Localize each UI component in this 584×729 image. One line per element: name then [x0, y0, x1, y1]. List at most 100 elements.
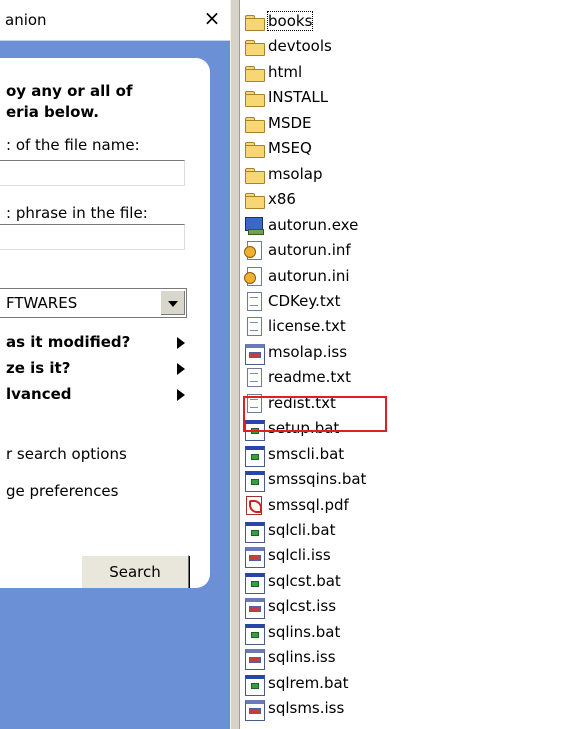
file-row[interactable]: msolap.iss: [244, 340, 348, 365]
file-name: smssqins.bat: [268, 470, 367, 489]
iss-icon: [244, 698, 265, 722]
phrase-label: : phrase in the file:: [6, 204, 148, 222]
expand-arrow-icon[interactable]: [177, 337, 185, 349]
file-name: smscli.bat: [268, 444, 345, 463]
file-row[interactable]: html: [244, 60, 302, 84]
file-row[interactable]: CDKey.txt: [244, 289, 341, 313]
file-name: smssql.pdf: [268, 495, 349, 514]
close-icon[interactable]: ×: [200, 5, 224, 31]
file-name: sqlcli.bat: [268, 521, 336, 539]
file-name: sqlins.iss: [268, 648, 336, 667]
iss-icon: [244, 596, 265, 620]
text-icon: [244, 316, 265, 337]
file-name: msolap.iss: [268, 342, 348, 361]
folder-icon: [244, 87, 265, 108]
iss-icon: [244, 647, 265, 671]
pane-splitter[interactable]: [230, 0, 240, 729]
file-name: msolap: [268, 164, 323, 183]
file-name: MSEQ: [268, 139, 312, 158]
folder-icon: [244, 113, 265, 133]
inf-icon: [244, 240, 265, 261]
file-row[interactable]: sqlins.iss: [244, 645, 336, 671]
file-name: sqlins.bat: [268, 622, 341, 641]
filename-label: : of the file name:: [6, 136, 140, 154]
file-name: autorun.exe: [268, 215, 359, 234]
file-row[interactable]: sqlcst.iss: [244, 594, 337, 620]
criteria-heading-line2: eria below.: [6, 103, 100, 121]
file-name: CDKey.txt: [268, 291, 341, 310]
file-row[interactable]: autorun.ini: [244, 264, 350, 288]
file-row[interactable]: sqlins.bat: [244, 620, 341, 645]
search-button[interactable]: Search: [81, 555, 189, 588]
change-preferences-link[interactable]: ge preferences: [6, 482, 118, 500]
folder-icon: [244, 138, 265, 159]
file-row[interactable]: INSTALL: [244, 85, 328, 109]
expand-arrow-icon[interactable]: [177, 363, 185, 375]
file-row[interactable]: sqlcst.bat: [244, 569, 341, 594]
file-row[interactable]: autorun.inf: [244, 238, 351, 262]
filename-input[interactable]: [0, 160, 185, 186]
expand-arrow-icon[interactable]: [177, 389, 185, 401]
file-name: MSDE: [268, 113, 312, 132]
look-in-value: FTWARES: [6, 294, 78, 312]
folder-icon: [244, 36, 265, 57]
file-row[interactable]: sqlrem.bat: [244, 671, 349, 696]
file-row[interactable]: msolap: [244, 162, 323, 186]
search-criteria-panel: oy any or all of eria below. : of the fi…: [0, 58, 210, 588]
file-name: sqlrem.bat: [268, 673, 349, 692]
companion-title: anion: [5, 11, 47, 29]
look-in-select[interactable]: FTWARES: [0, 288, 187, 318]
criteria-heading-line1: oy any or all of: [6, 82, 133, 100]
pdf-icon: [244, 495, 265, 515]
file-row[interactable]: sqlcli.iss: [244, 543, 331, 569]
bat-icon: [244, 469, 265, 493]
option-advanced[interactable]: lvanced: [6, 385, 72, 403]
file-row[interactable]: sqlcli.bat: [244, 518, 336, 543]
other-search-options-link[interactable]: r search options: [6, 445, 127, 463]
file-row[interactable]: MSDE: [244, 111, 312, 135]
phrase-input[interactable]: [0, 224, 185, 250]
file-name: html: [268, 62, 303, 81]
file-name: sqlcst.bat: [268, 571, 341, 590]
file-name: autorun.inf: [268, 241, 351, 260]
folder-icon: [244, 164, 265, 184]
file-row[interactable]: sqlsms.iss: [244, 696, 345, 722]
file-name: x86: [268, 190, 296, 209]
file-row[interactable]: books: [244, 9, 314, 33]
inf-icon: [244, 266, 265, 286]
file-row[interactable]: smscli.bat: [244, 442, 345, 467]
file-name: readme.txt: [268, 368, 352, 387]
exe-icon: [244, 215, 265, 235]
iss-icon: [244, 545, 265, 569]
option-size[interactable]: ze is it?: [6, 359, 70, 377]
iss-icon: [244, 342, 265, 365]
companion-header: anion ×: [0, 0, 230, 41]
folder-icon: [244, 11, 265, 31]
file-name: sqlcst.iss: [268, 597, 337, 616]
file-name: INSTALL: [268, 88, 329, 107]
file-row[interactable]: x86: [244, 187, 296, 211]
file-name: devtools: [268, 37, 332, 56]
file-row[interactable]: license.txt: [244, 314, 346, 338]
file-row[interactable]: smssqins.bat: [244, 467, 367, 493]
file-row[interactable]: MSEQ: [244, 136, 312, 160]
bat-icon: [244, 622, 265, 645]
search-companion-pane: anion × oy any or all of eria below. : o…: [0, 0, 230, 729]
file-row[interactable]: smssql.pdf: [244, 493, 349, 517]
folder-icon: [244, 189, 265, 210]
folder-icon: [244, 62, 265, 82]
file-row[interactable]: readme.txt: [244, 365, 351, 389]
file-row[interactable]: devtools: [244, 34, 332, 58]
file-name: autorun.ini: [268, 266, 350, 285]
file-row[interactable]: autorun.exe: [244, 213, 358, 237]
file-list: books devtools html INSTALL MSDE MSEQ msolap x8…: [244, 0, 584, 729]
text-icon: [244, 291, 265, 311]
file-name: books: [266, 11, 314, 31]
text-icon: [244, 367, 265, 388]
bat-icon: [244, 673, 265, 696]
chevron-down-icon[interactable]: [160, 290, 185, 315]
file-name: sqlsms.iss: [268, 699, 345, 718]
highlight-box: [243, 396, 387, 432]
option-date-modified[interactable]: as it modified?: [6, 333, 130, 351]
file-name: sqlcli.iss: [268, 546, 331, 565]
